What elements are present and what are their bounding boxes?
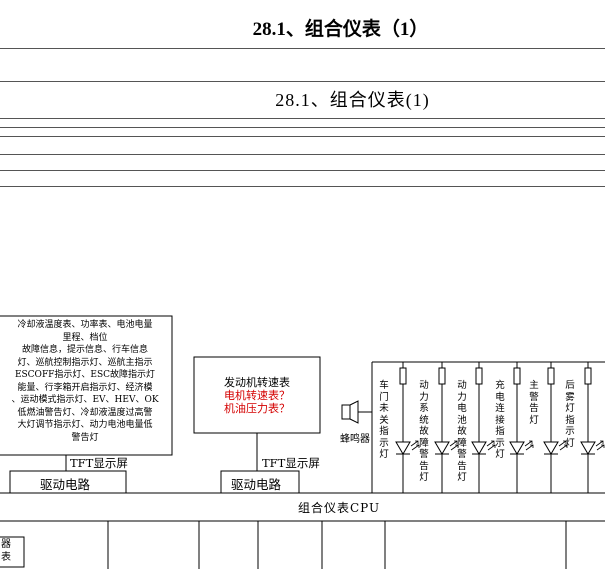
indicator-label: 充电连接指示灯: [495, 380, 505, 460]
buzzer-label: 蜂鸣器: [340, 434, 370, 445]
tft-left-line: 大灯调节指示灯、动力电池电量低: [17, 420, 153, 430]
tft-right-line-oil: 机油压力表？: [224, 402, 290, 415]
schematic-drawing: [0, 315, 605, 569]
bottom-left-label: 器 表: [1, 539, 11, 563]
indicator-label: 动力电池故障警告灯: [457, 380, 467, 483]
indicator-label: 动力系统故障警告灯: [419, 380, 429, 483]
tft-left-line: 冷却液温度表、功率表、电池电量: [17, 320, 153, 330]
tft-left-line: 能量、行李箱开启指示灯、经济模: [17, 382, 153, 393]
tft-right-screen-label: TFT显示屏: [262, 456, 320, 470]
tft-left-screen-label: TFT显示屏: [70, 456, 128, 470]
indicator-label: 车门未关指示灯: [379, 380, 389, 460]
tft-left-content: 冷却液温度表、功率表、电池电量 里程、档位 故障信息，提示信息、行车信息 灯、巡…: [0, 319, 170, 444]
tft-left-line: 警告灯: [71, 432, 99, 443]
tft-left-line: 、运动模式指示灯、EV、HEV、OK: [11, 395, 159, 405]
tft-right-content: 发动机转速表 电机转速表？ 机油压力表？: [194, 376, 320, 415]
tft-left-line: 灯、巡航控制指示灯、巡航主指示: [17, 357, 153, 368]
tft-left-line: 故障信息，提示信息、行车信息: [21, 345, 148, 355]
driver-right-label: 驱动电路: [231, 477, 282, 492]
indicator-label: 后雾灯指示灯: [565, 380, 575, 449]
tft-left-line: 里程、档位: [62, 332, 108, 343]
tft-left-line: ESCOFF指示灯、ESC故障指示灯: [14, 370, 156, 380]
tft-right-line-engine: 发动机转速表: [224, 376, 290, 389]
tft-right-line-motor: 电机转速表？: [224, 389, 290, 402]
driver-left-label: 驱动电路: [40, 477, 91, 492]
indicator-label: 主警告灯: [529, 380, 539, 426]
cpu-label: 组合仪表CPU: [298, 501, 381, 515]
tft-left-line: 低燃油警告灯、冷却液温度过高警: [17, 407, 153, 418]
